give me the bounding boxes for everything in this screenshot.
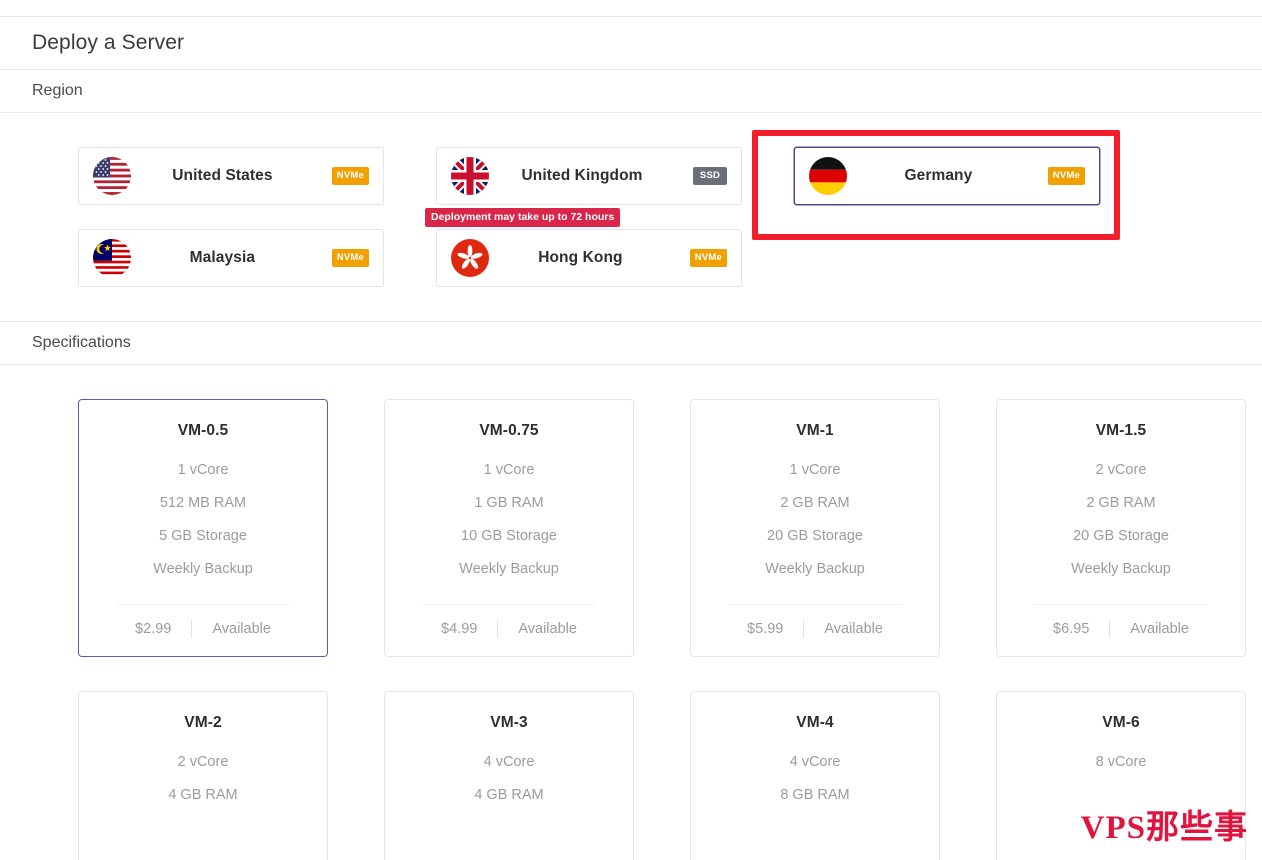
- spec-cpu: 1 vCore: [177, 462, 229, 478]
- spec-cpu: 1 vCore: [789, 462, 841, 478]
- spec-backup: Weekly Backup: [459, 561, 559, 577]
- spec-storage: 20 GB Storage: [767, 528, 863, 544]
- spec-price: $5.99: [747, 620, 805, 638]
- spec-plan-name: VM-3: [490, 714, 528, 731]
- de-flag-icon: [809, 157, 847, 195]
- spec-ram: 2 GB RAM: [780, 495, 850, 511]
- spec-card-vm-0.75[interactable]: VM-0.75 1 vCore 1 GB RAM 10 GB Storage Weekl…: [384, 399, 634, 657]
- spec-plan-name: VM-0.5: [177, 422, 229, 439]
- region-tooltip: Deployment may take up to 72 hours: [425, 208, 621, 228]
- storage-type-badge-ssd: SSD: [693, 167, 727, 185]
- spec-plan-name: VM-1: [796, 422, 834, 439]
- spec-card-vm-1.5[interactable]: VM-1.5 2 vCore 2 GB RAM 20 GB Storage Weekly…: [996, 399, 1246, 657]
- spec-plan-name: VM-2: [184, 714, 222, 731]
- storage-type-badge-nvme: NVMe: [331, 249, 369, 267]
- spec-backup: Weekly Backup: [153, 561, 253, 577]
- spec-ram: 4 GB RAM: [474, 787, 544, 803]
- spec-ram: 4 GB RAM: [168, 787, 238, 803]
- specifications-section-heading: Specifications: [0, 322, 1262, 365]
- spec-ram: 2 GB RAM: [1086, 495, 1156, 511]
- deploy-server-page: Deploy a Server Region United States NVMe…: [0, 0, 1262, 860]
- spec-plan-name: VM-6: [1102, 714, 1140, 731]
- spec-ram: 1 GB RAM: [474, 495, 544, 511]
- spec-storage: 20 GB Storage: [1073, 528, 1169, 544]
- spec-plan-name: VM-0.75: [479, 422, 539, 439]
- spec-backup: Weekly Backup: [765, 561, 865, 577]
- spec-storage: 10 GB Storage: [461, 528, 557, 544]
- spec-card-vm-1[interactable]: VM-1 1 vCore 2 GB RAM 20 GB Storage Weekly B…: [690, 399, 940, 657]
- region-section-heading: Region: [0, 70, 1262, 113]
- us-flag-icon: [93, 157, 131, 195]
- spec-price: $2.99: [135, 620, 193, 638]
- spec-cpu: 2 vCore: [1095, 462, 1147, 478]
- spec-cpu: 4 vCore: [789, 754, 841, 770]
- spec-price: $6.95: [1053, 620, 1111, 638]
- spec-plan-name: VM-1.5: [1095, 422, 1147, 439]
- region-name: Germany: [904, 167, 973, 184]
- region-card-hong-kong[interactable]: Deployment may take up to 72 hours Hong K…: [425, 208, 742, 287]
- region-grid: United States NVMe United Kingdom SSD German…: [32, 147, 1230, 287]
- spec-storage: 5 GB Storage: [159, 528, 247, 544]
- spec-card-vm-2[interactable]: VM-2 2 vCore 4 GB RAM: [78, 691, 328, 860]
- storage-type-badge-nvme: NVMe: [331, 167, 369, 185]
- my-flag-icon: [93, 239, 131, 277]
- spec-cpu: 2 vCore: [177, 754, 229, 770]
- spec-price: $4.99: [441, 620, 499, 638]
- spec-cpu: 1 vCore: [483, 462, 535, 478]
- spec-card-vm-4[interactable]: VM-4 4 vCore 8 GB RAM: [690, 691, 940, 860]
- spec-availability-status: Available: [824, 621, 883, 637]
- uk-flag-icon: [451, 157, 489, 195]
- region-name: United States: [172, 167, 273, 184]
- spec-card-vm-3[interactable]: VM-3 4 vCore 4 GB RAM: [384, 691, 634, 860]
- storage-type-badge-nvme: NVMe: [1047, 167, 1085, 185]
- hk-flag-icon: [451, 239, 489, 277]
- page-title: Deploy a Server: [0, 17, 1262, 70]
- region-card-malaysia[interactable]: Malaysia NVMe: [78, 229, 384, 287]
- spec-ram: 8 GB RAM: [780, 787, 850, 803]
- region-card-germany[interactable]: Germany NVMe: [794, 147, 1100, 205]
- spec-cpu: 8 vCore: [1095, 754, 1147, 770]
- spec-availability-status: Available: [212, 621, 271, 637]
- spec-plan-name: VM-4: [796, 714, 834, 731]
- deploy-panel: Deploy a Server Region United States NVMe…: [0, 16, 1262, 860]
- spec-availability-status: Available: [518, 621, 577, 637]
- spec-card-vm-6[interactable]: VM-6 8 vCore: [996, 691, 1246, 860]
- region-name: United Kingdom: [521, 167, 643, 184]
- storage-type-badge-nvme: NVMe: [689, 249, 727, 267]
- specifications-section-body: VM-0.5 1 vCore 512 MB RAM 5 GB Storage Weekl…: [0, 365, 1262, 860]
- spec-footer: $5.99 Available: [707, 605, 923, 638]
- spec-ram: 512 MB RAM: [159, 495, 247, 511]
- region-card-united-kingdom[interactable]: United Kingdom SSD: [436, 147, 742, 205]
- region-card-united-states[interactable]: United States NVMe: [78, 147, 384, 205]
- spec-availability-status: Available: [1130, 621, 1189, 637]
- region-name: Hong Kong: [538, 249, 623, 266]
- region-section-body: United States NVMe United Kingdom SSD German…: [0, 113, 1262, 322]
- spec-cpu: 4 vCore: [483, 754, 535, 770]
- spec-footer: $4.99 Available: [401, 605, 617, 638]
- spec-backup: Weekly Backup: [1071, 561, 1171, 577]
- specifications-grid: VM-0.5 1 vCore 512 MB RAM 5 GB Storage Weekl…: [32, 399, 1246, 860]
- spec-footer: $2.99 Available: [95, 605, 311, 638]
- region-name: Malaysia: [189, 249, 256, 266]
- spec-card-vm-0.5[interactable]: VM-0.5 1 vCore 512 MB RAM 5 GB Storage Weekl…: [78, 399, 328, 657]
- spec-footer: $6.95 Available: [1013, 605, 1229, 638]
